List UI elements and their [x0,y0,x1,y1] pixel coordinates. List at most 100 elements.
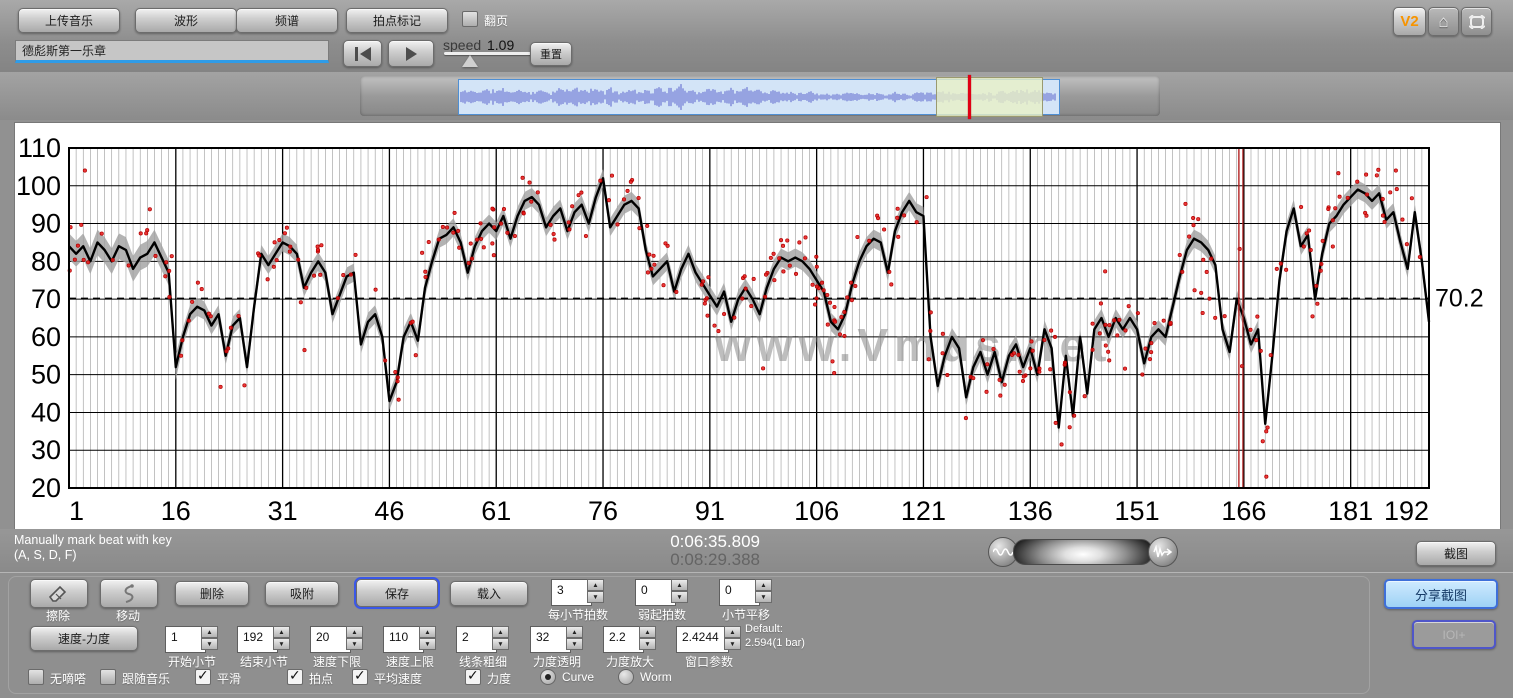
row2-spinner-7-value[interactable]: 2.2 [603,626,644,653]
waveform-playhead[interactable] [968,75,971,119]
checkbox-6[interactable] [465,669,481,685]
erase-button[interactable] [30,579,88,608]
row2-spinner-7-decrement-arrow[interactable]: ▼ [639,638,656,650]
row2-spinner-8-label: 窗口参数 [662,653,756,670]
home-button[interactable]: ⌂ [1428,7,1459,36]
rewind-to-start-button[interactable] [343,40,382,67]
checkbox-label-4: 拍点 [309,670,333,687]
row1-spinner-2-decrement-arrow[interactable]: ▼ [671,591,688,603]
waveform-overview[interactable] [458,79,1060,115]
row2-spinner-3-increment-arrow[interactable]: ▲ [346,626,363,638]
reset-button[interactable]: 重置 [530,42,572,66]
row1-spinner-1-value[interactable]: 3 [551,579,592,606]
page-turn-checkbox[interactable] [462,11,478,27]
y-axis-tick-label: 40 [31,397,61,427]
x-axis-tick-label: 166 [1221,496,1266,526]
speed-slider-track[interactable] [444,52,532,55]
checkbox-4[interactable] [287,669,303,685]
speed-label: speed [443,37,481,53]
tempo-chart[interactable]: www.Vmus.net2030405060708090100110116314… [14,122,1501,530]
mean-tempo-value-label: 70.2 [1435,284,1484,312]
x-axis-tick-label: 31 [268,496,298,526]
speed-slider-thumb[interactable] [462,55,478,67]
x-axis-tick-label: 16 [161,496,191,526]
checkbox-label-1: 无嘀嗒 [50,670,86,687]
y-axis-tick-label: 110 [18,133,61,163]
load-button[interactable]: 载入 [450,581,528,606]
row2-spinner-6-value[interactable]: 32 [530,626,571,653]
checkbox-1[interactable] [28,669,44,685]
row2-spinner-2-increment-arrow[interactable]: ▲ [273,626,290,638]
v2-version-badge[interactable]: V2 [1393,7,1426,36]
x-axis-tick-label: 181 [1328,496,1373,526]
rewind-bar-icon [355,47,358,61]
checkbox-2[interactable] [100,669,116,685]
default-note-line1: Default: [745,623,783,635]
row2-spinner-6-increment-arrow[interactable]: ▲ [566,626,583,638]
volume-slider[interactable] [1013,539,1153,565]
row1-spinner-3-increment-arrow[interactable]: ▲ [755,579,772,591]
row2-spinner-4-stepper: ▲▼ [419,626,436,650]
row2-spinner-1-decrement-arrow[interactable]: ▼ [201,638,218,650]
row2-spinner-7-increment-arrow[interactable]: ▲ [639,626,656,638]
row1-spinner-3-value[interactable]: 0 [719,579,760,606]
save-button[interactable]: 保存 [356,579,438,607]
row1-spinner-1-increment-arrow[interactable]: ▲ [587,579,604,591]
checkbox-5[interactable] [352,669,368,685]
snap-button[interactable]: 吸附 [265,581,339,606]
row2-spinner-5-stepper: ▲▼ [492,626,509,650]
row2-spinner-1-value[interactable]: 1 [165,626,206,653]
checkbox-label-2: 跟随音乐 [122,670,170,687]
x-axis-tick-label: 91 [695,496,725,526]
row2-spinner-2-value[interactable]: 192 [237,626,278,653]
row1-spinner-2-value[interactable]: 0 [635,579,676,606]
play-triangle-icon [406,47,417,61]
radio-curve[interactable] [540,669,556,685]
row2-spinner-8-value[interactable]: 2.4244 [676,626,729,653]
row2-spinner-4-value[interactable]: 110 [383,626,424,653]
snapshot-button[interactable]: 截图 [1416,541,1496,566]
row1-spinner-1-label: 每小节拍数 [537,606,619,623]
row2-spinner-5-value[interactable]: 2 [456,626,497,653]
row2-spinner-2-decrement-arrow[interactable]: ▼ [273,638,290,650]
checkbox-3[interactable] [195,669,211,685]
row2-spinner-4-increment-arrow[interactable]: ▲ [419,626,436,638]
row2-spinner-5-decrement-arrow[interactable]: ▼ [492,638,509,650]
row2-spinner-6-decrement-arrow[interactable]: ▼ [566,638,583,650]
fullscreen-button[interactable] [1461,7,1492,36]
row2-spinner-4-label: 速度上限 [369,653,451,670]
toolbar-button-2[interactable]: 波形 [135,8,237,33]
row2-spinner-8-decrement-arrow[interactable]: ▼ [724,638,741,650]
toolbar-button-1[interactable]: 上传音乐 [18,8,120,33]
default-note-line2: 2.594(1 bar) [745,637,805,649]
radio-label-worm: Worm [640,670,672,684]
share-screenshot-button[interactable]: 分享截图 [1384,579,1498,609]
y-axis-tick-label: 80 [31,246,61,276]
loud-wave-icon[interactable] [1148,537,1178,567]
delete-button[interactable]: 删除 [175,581,249,606]
row1-spinner-2-increment-arrow[interactable]: ▲ [671,579,688,591]
row2-spinner-3-decrement-arrow[interactable]: ▼ [346,638,363,650]
row2-spinner-8-increment-arrow[interactable]: ▲ [724,626,741,638]
toolbar-button-4[interactable]: 拍点标记 [346,8,448,33]
title-input[interactable] [15,40,329,63]
checkbox-label-5: 平均速度 [374,670,422,687]
toolbar-button-3[interactable]: 频谱 [236,8,338,33]
row1-spinner-3-decrement-arrow[interactable]: ▼ [755,591,772,603]
waveform-selection-region[interactable] [936,77,1043,117]
row2-spinner-1-increment-arrow[interactable]: ▲ [201,626,218,638]
ioi-plus-button[interactable]: IOI+ [1412,620,1496,649]
row2-spinner-5-increment-arrow[interactable]: ▲ [492,626,509,638]
status-bar: Manually mark beat with key (A, S, D, F)… [0,529,1513,572]
row1-spinner-1-decrement-arrow[interactable]: ▼ [587,591,604,603]
row2-spinner-4-decrement-arrow[interactable]: ▼ [419,638,436,650]
play-button[interactable] [388,40,434,67]
row2-spinner-5-label: 线条粗细 [442,653,524,670]
row2-spinner-3-value[interactable]: 20 [310,626,351,653]
erase-label: 擦除 [30,607,86,624]
move-button[interactable] [100,579,158,608]
mode-speed-dynamics-button[interactable]: 速度-力度 [30,626,138,651]
checkbox-label-6: 力度 [487,670,511,687]
row2-spinner-8-stepper: ▲▼ [724,626,741,650]
radio-worm[interactable] [618,669,634,685]
